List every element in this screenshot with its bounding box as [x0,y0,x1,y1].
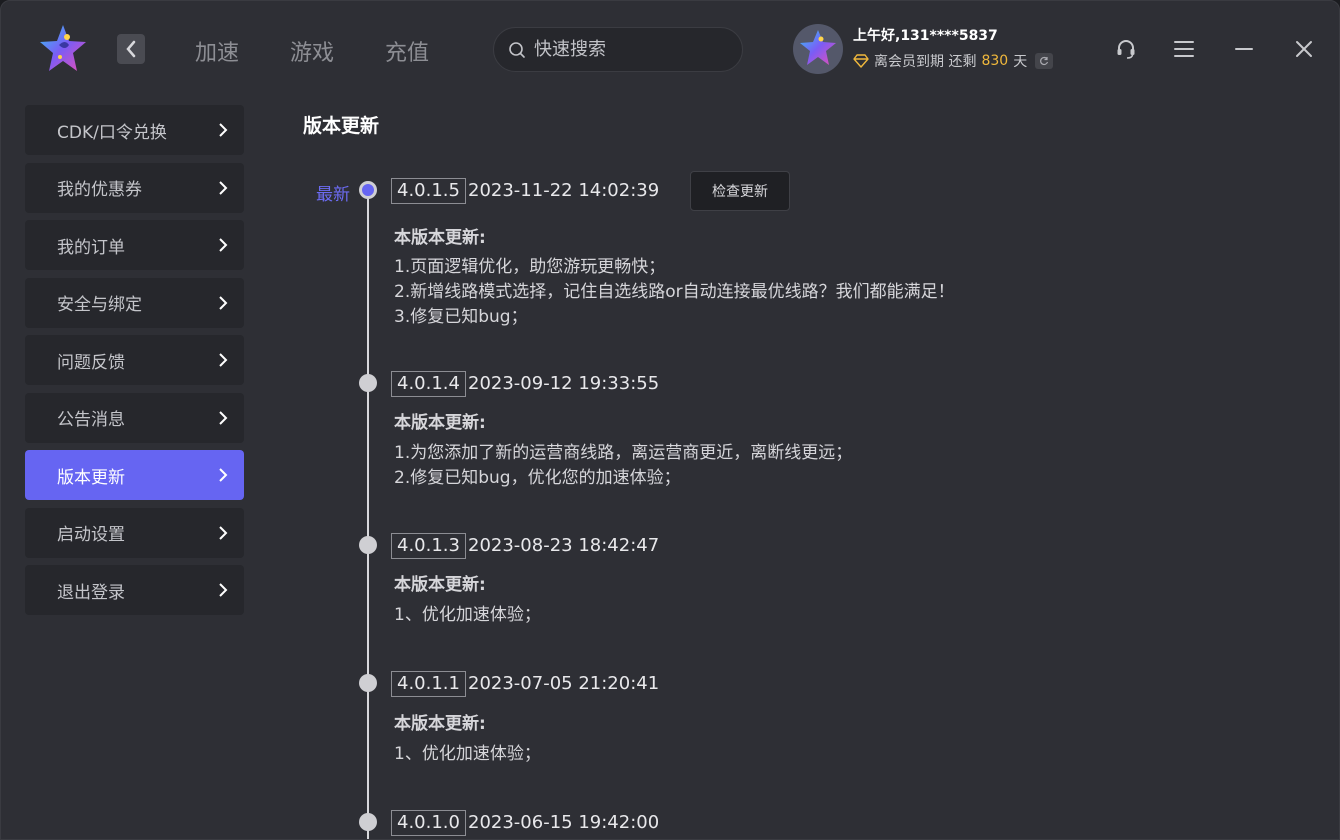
sidebar-item-announcements[interactable]: 公告消息 [25,392,244,443]
sidebar-item-label: 我的优惠券 [57,180,142,200]
notes-title: 本版本更新: [394,413,486,433]
chevron-right-icon [219,468,228,482]
chevron-right-icon [219,295,228,310]
minimize-button[interactable] [1230,35,1258,63]
release-note-line: 1、优化加速体验； [394,605,541,625]
sidebar-item-orders[interactable]: 我的订单 [25,220,244,270]
sidebar-item-logout[interactable]: 退出登录 [25,565,244,615]
refresh-icon [1040,56,1049,66]
timeline-dot [359,813,377,831]
release-date: 2023-11-22 14:02:39 [468,180,660,201]
notes-title: 本版本更新: [394,714,486,734]
release-note-line: 1.页面逻辑优化，助您游玩更畅快； [394,257,666,277]
latest-label: 最新 [316,185,350,205]
sidebar-item-cdk-redeem[interactable]: CDK/口令兑换 [25,105,244,155]
minimize-icon [1235,48,1253,50]
release-date: 2023-06-15 19:42:00 [468,812,660,833]
membership-status: 离会员到期 还剩 830 天 [853,51,1054,71]
vip-diamond-icon [853,54,869,68]
release-notes: 1、优化加速体验； [394,603,541,628]
search-icon [509,41,525,58]
chevron-right-icon [219,123,228,137]
settings-sidebar: CDK/口令兑换 我的优惠券 我的订单 安全与绑定 问题反馈 公告消息 版本更新… [25,105,244,623]
notes-title: 本版本更新: [394,228,486,248]
release-notes: 1、优化加速体验； [394,742,541,767]
version-tag: 4.0.1.5 [391,178,466,204]
version-tag: 4.0.1.1 [391,671,466,697]
timeline-dot [359,374,377,392]
menu-icon [1174,41,1194,57]
version-tag: 4.0.1.4 [391,371,466,397]
chevron-right-icon [219,238,228,252]
check-update-button[interactable]: 检查更新 [690,171,790,211]
avatar[interactable] [793,24,843,74]
search-input[interactable] [534,39,724,60]
sidebar-item-coupons[interactable]: 我的优惠券 [25,162,244,213]
chevron-right-icon [219,180,228,195]
sidebar-item-label: 启动设置 [57,525,125,545]
release-note-line: 3.修复已知bug； [394,307,528,327]
release-date: 2023-07-05 21:20:41 [468,673,660,694]
sidebar-item-label: 安全与绑定 [57,295,142,315]
release-note-line: 2.修复已知bug，优化您的加速体验； [394,468,681,488]
release-note-line: 2.新增线路模式选择，记住自选线路or自动连接最优线路？我们都能满足！ [394,282,955,302]
customer-service-button[interactable] [1112,35,1140,63]
sidebar-item-label: 退出登录 [57,582,125,603]
close-button[interactable] [1290,35,1318,63]
notes-title: 本版本更新: [394,575,486,595]
back-button[interactable] [117,34,145,64]
timeline-dot [359,536,377,554]
sidebar-item-label: 公告消息 [57,410,125,430]
user-greeting: 上午好,131****5837 [853,28,998,44]
refresh-button[interactable] [1035,53,1054,69]
sidebar-item-label: 版本更新 [57,467,125,488]
membership-suffix: 天 [1013,54,1028,70]
sidebar-item-label: 问题反馈 [57,352,125,373]
app-window: 加速 游戏 充值 上午好,131****5837 [0,0,1340,840]
page-title: 版本更新 [303,115,380,137]
timeline-line [367,191,369,839]
timeline-dot [359,674,377,692]
sidebar-item-version-update[interactable]: 版本更新 [25,450,244,500]
release-date: 2023-09-12 19:33:55 [468,373,660,394]
title-bar: 加速 游戏 充值 上午好,131****5837 [1,1,1339,97]
app-logo-icon [37,23,89,75]
sidebar-item-security[interactable]: 安全与绑定 [25,277,244,328]
release-notes: 1.为您添加了新的运营商线路，离运营商更近，离断线更远； 2.修复已知bug，优… [394,441,852,491]
sidebar-item-label: 我的订单 [57,237,125,258]
membership-prefix: 离会员到期 还剩 [874,54,977,70]
menu-button[interactable] [1170,35,1198,63]
search-box[interactable] [493,27,743,72]
back-arrow-icon [126,40,136,58]
release-date: 2023-08-23 18:42:47 [468,535,660,556]
timeline-dot-latest [359,181,377,199]
release-notes: 1.页面逻辑优化，助您游玩更畅快； 2.新增线路模式选择，记住自选线路or自动连… [394,255,955,330]
release-note-line: 1.为您添加了新的运营商线路，离运营商更近，离断线更远； [394,443,853,463]
chevron-right-icon [219,525,228,540]
chevron-right-icon [219,353,228,367]
chevron-right-icon [219,410,228,425]
sidebar-item-label: CDK/口令兑换 [57,122,167,143]
release-note-line: 1、优化加速体验； [394,744,541,764]
membership-days: 830 [981,53,1009,69]
version-tag: 4.0.1.3 [391,533,466,559]
nav-tab-recharge[interactable]: 充值 [385,35,429,67]
chevron-right-icon [219,583,228,597]
nav-tab-games[interactable]: 游戏 [290,35,334,67]
nav-tab-accelerate[interactable]: 加速 [195,35,239,67]
close-icon [1296,41,1312,57]
sidebar-item-feedback[interactable]: 问题反馈 [25,335,244,385]
headset-icon [1117,40,1135,59]
sidebar-item-startup-settings[interactable]: 启动设置 [25,507,244,558]
version-tag: 4.0.1.0 [391,810,466,836]
